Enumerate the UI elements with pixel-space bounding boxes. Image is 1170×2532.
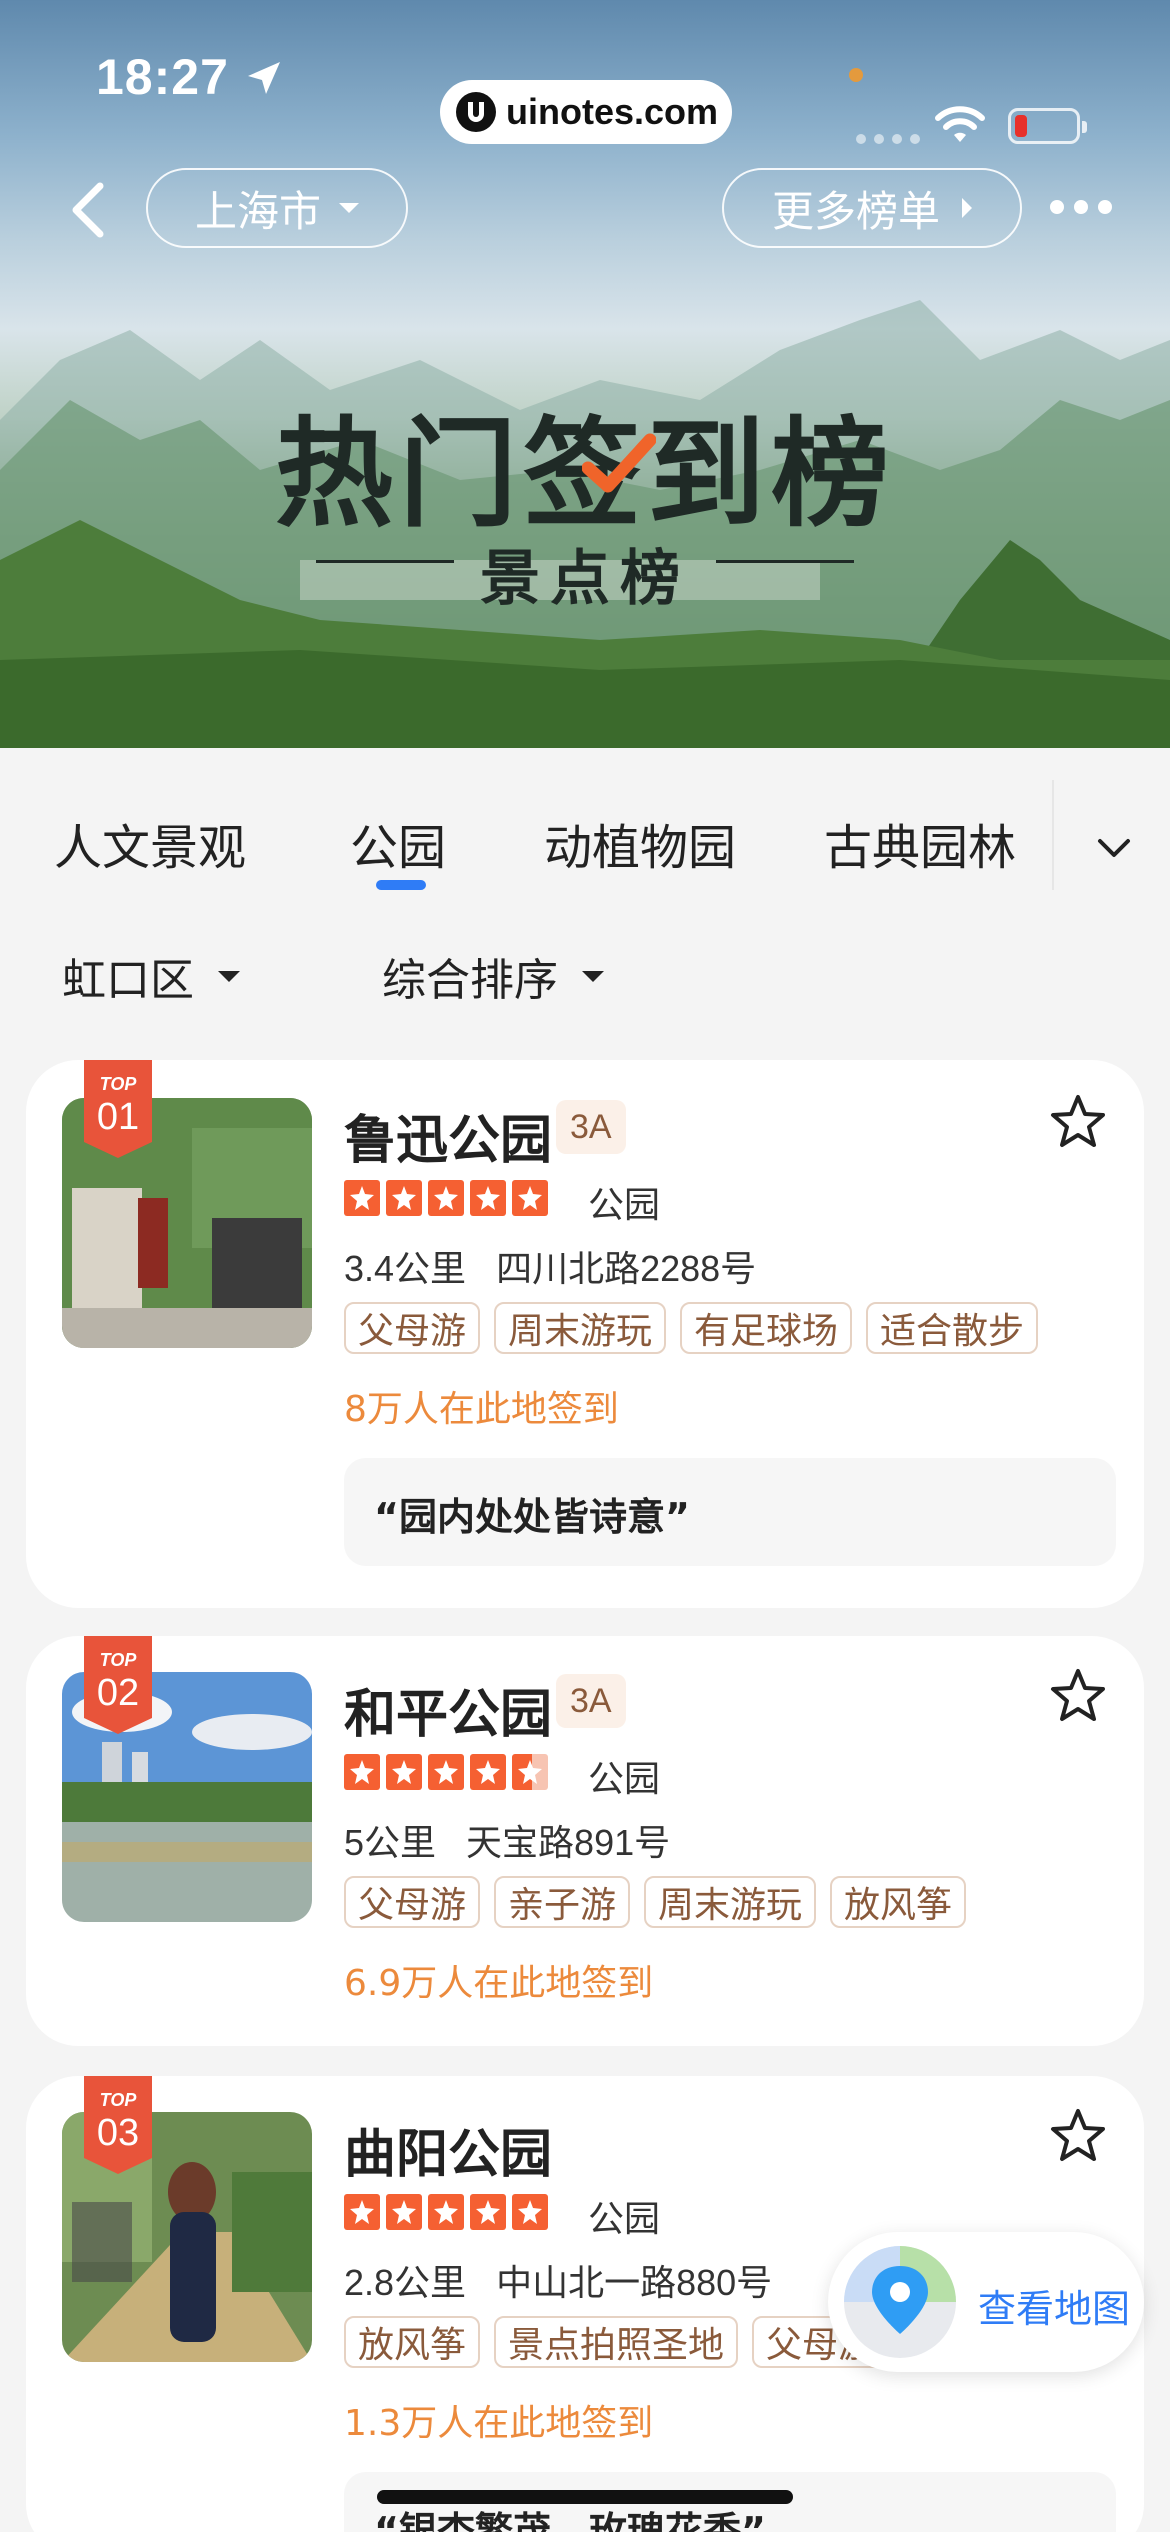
distance: 3.4公里 [344,1248,467,1289]
hero-banner: 18:27 uinotes.com 上海市 更多榜单 热门签到榜 景点榜 [0,0,1170,748]
star-rating [344,1180,548,1216]
caret-down-icon [218,970,240,982]
distance-address: 3.4公里 四川北路2288号 [344,1240,756,1292]
more-lists-label: 更多榜单 [771,186,940,236]
back-chevron-icon[interactable] [66,180,110,240]
rank-top-label: TOP [99,2090,137,2110]
city-label: 上海市 [194,186,321,236]
tag-list: 父母游 亲子游 周末游玩 放风筝 [344,1876,967,1928]
distance-address: 5公里 天宝路891号 [344,1814,670,1866]
active-tab-indicator [376,880,426,890]
attraction-category: 公园 [588,1185,661,1226]
caret-down-icon [582,970,604,982]
home-indicator[interactable] [377,2490,793,2504]
caret-right-icon [962,198,972,218]
view-map-label: 查看地图 [978,2287,1131,2331]
category-tabs: 人文景观 公园 动植物园 古典园林 [0,808,1170,898]
list-item[interactable]: TOP 02 和平公园 3A 公园 5公里 天宝路891号 父母游 亲子游 周末… [26,1636,1144,2046]
level-badge: 3A [556,1674,626,1728]
map-pin-icon [844,2246,956,2358]
battery-icon [1008,108,1087,144]
hero-subtitle: 景点榜 [480,544,690,614]
rank-number: 03 [96,2112,140,2154]
privacy-indicator-icon [849,68,863,82]
attraction-name: 和平公园 [344,1685,553,1745]
list-item[interactable]: TOP 01 鲁迅公园 3A 公园 3.4公里 四川北路2288号 父母游 周末… [26,1060,1144,1608]
district-filter[interactable]: 虹口区 [62,944,240,1008]
subtitle-divider-right [716,560,854,563]
level-badge: 3A [556,1100,626,1154]
rank-badge: TOP 03 [84,2076,152,2174]
url-badge: uinotes.com [440,80,732,144]
star-rating [344,1754,548,1790]
attraction-category: 公园 [588,2199,661,2240]
rank-badge: TOP 01 [84,1060,152,1158]
signal-icon [856,134,920,144]
distance: 2.8公里 [344,2262,467,2303]
tag: 周末游玩 [644,1876,817,1928]
attraction-name: 曲阳公园 [344,2125,553,2185]
tag: 放风筝 [830,1876,967,1928]
city-selector[interactable]: 上海市 [146,168,408,248]
tag: 适合散步 [866,1302,1039,1354]
rank-badge: TOP 02 [84,1636,152,1734]
star-outline-icon[interactable] [1048,1666,1108,1726]
tag: 放风筝 [344,2316,481,2368]
distance-address: 2.8公里 中山北一路880号 [344,2254,772,2306]
tabs-divider [1052,780,1054,890]
tag: 亲子游 [494,1876,631,1928]
check-mark-icon [582,433,656,493]
wifi-icon [935,106,985,142]
chevron-down-icon[interactable] [1096,830,1132,866]
star-rating [344,2194,548,2230]
checkin-count: 1.3万人在此地签到 [344,2403,654,2444]
rank-top-label: TOP [99,1074,137,1094]
status-time: 18:27 [96,49,229,105]
checkin-count: 6.9万人在此地签到 [344,1963,654,2004]
sort-filter[interactable]: 综合排序 [382,944,604,1008]
district-filter-label: 虹口区 [62,955,194,1006]
tab-park[interactable]: 公园 [350,808,446,878]
review-quote: “园内处处皆诗意” [344,1458,1116,1566]
star-outline-icon[interactable] [1048,2106,1108,2166]
address: 天宝路891号 [466,1822,671,1863]
more-lists-button[interactable]: 更多榜单 [722,168,1022,248]
rank-number: 01 [96,1096,140,1138]
tab-cultural[interactable]: 人文景观 [54,808,246,878]
rank-number: 02 [96,1672,140,1714]
location-arrow-icon [248,62,280,94]
checkin-count: 8万人在此地签到 [344,1389,619,1430]
sort-filter-label: 综合排序 [382,955,558,1006]
tag-list: 父母游 周末游玩 有足球场 适合散步 [344,1302,1039,1354]
star-outline-icon[interactable] [1048,1092,1108,1152]
view-map-button[interactable]: 查看地图 [828,2232,1144,2372]
tag: 周末游玩 [494,1302,667,1354]
caret-down-icon [339,203,359,213]
tag: 父母游 [344,1876,481,1928]
rank-top-label: TOP [99,1650,137,1670]
tag-list: 放风筝 景点拍照圣地 父母游 [344,2316,889,2368]
attraction-name: 鲁迅公园 [344,1111,553,1171]
more-dots-icon[interactable] [1050,200,1112,214]
tag: 有足球场 [680,1302,853,1354]
address: 中山北一路880号 [496,2262,773,2303]
distance: 5公里 [344,1822,437,1863]
tab-classical-garden[interactable]: 古典园林 [824,808,1016,878]
status-bar: 18:27 uinotes.com [0,48,1170,144]
tab-zoo-botanical[interactable]: 动植物园 [544,808,736,878]
address: 四川北路2288号 [496,1248,757,1289]
tag: 景点拍照圣地 [494,2316,739,2368]
attraction-category: 公园 [588,1759,661,1800]
tag: 父母游 [344,1302,481,1354]
url-text: uinotes.com [506,91,719,132]
uinotes-logo-icon [456,92,496,132]
